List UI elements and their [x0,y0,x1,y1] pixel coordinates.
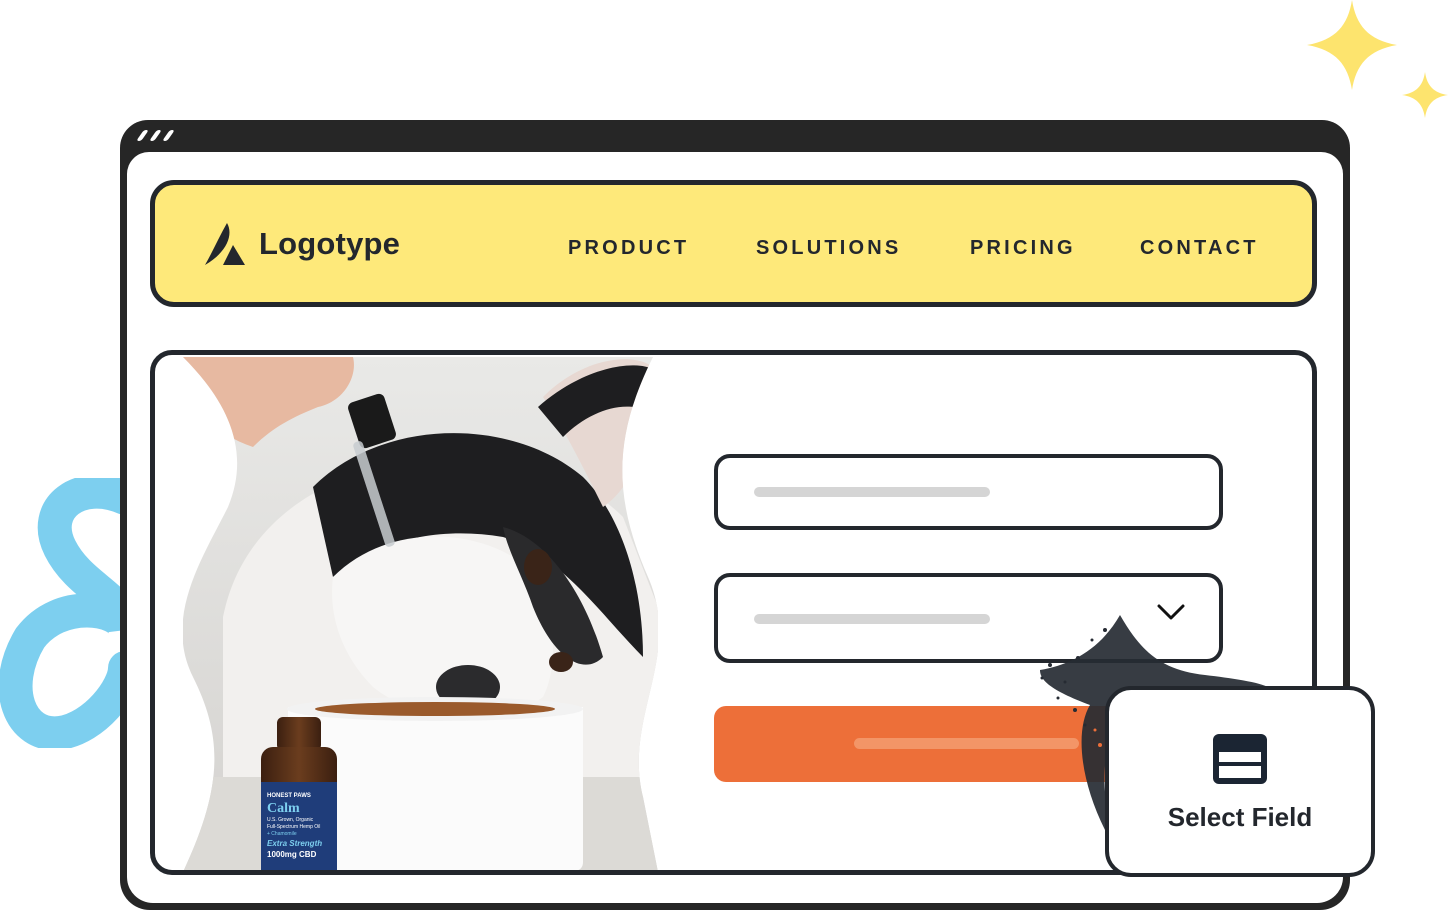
logo-mark-icon [205,223,245,265]
bottle-brand-text: HONEST PAWS [267,793,311,799]
bottle-line3-text: + Chamomile [267,831,297,837]
bottle-dose-text: 1000mg CBD [267,850,317,859]
sparkles-decoration [1307,0,1448,118]
window-dot[interactable] [136,130,149,141]
sparkle-small-icon [1402,72,1448,118]
nav-link-solutions[interactable]: SOLUTIONS [756,237,901,260]
bottle-line1-text: U.S. Grown, Organic [267,817,314,823]
select-placeholder-bar [754,614,990,624]
tooltip-label: Select Field [1167,802,1313,832]
nav-link-product[interactable]: PRODUCT [568,237,689,260]
kibble [315,702,555,716]
dog-eye [549,652,573,672]
bottle-line2-text: Full-Spectrum Hemp Oil [267,824,320,830]
select-field-tooltip-card[interactable]: Select Field [1105,686,1375,877]
nav-link-contact[interactable]: CONTACT [1140,237,1259,260]
oil-bottle-neck [277,717,321,751]
squiggle-decoration [0,478,130,748]
select-field-icon [1213,734,1267,784]
bottle-strength-text: Extra Strength [267,839,322,848]
text-input-placeholder-bar [754,487,990,497]
bottle-product-text: Calm [267,801,300,816]
logo[interactable]: Logotype [205,223,400,265]
logo-text: Logotype [259,226,401,261]
navbar: Logotype PRODUCT SOLUTIONS PRICING CONTA… [150,180,1317,307]
dog-eye [524,549,552,585]
sparkle-large-icon [1307,0,1397,90]
window-controls [136,130,175,144]
window-dot[interactable] [149,130,162,141]
nav-link-pricing[interactable]: PRICING [970,237,1076,260]
text-input-field[interactable] [714,454,1223,530]
window-dot[interactable] [162,130,175,141]
hero-photo: HONEST PAWS Calm U.S. Grown, Organic Ful… [183,357,658,870]
squiggle-stroke [0,478,130,748]
